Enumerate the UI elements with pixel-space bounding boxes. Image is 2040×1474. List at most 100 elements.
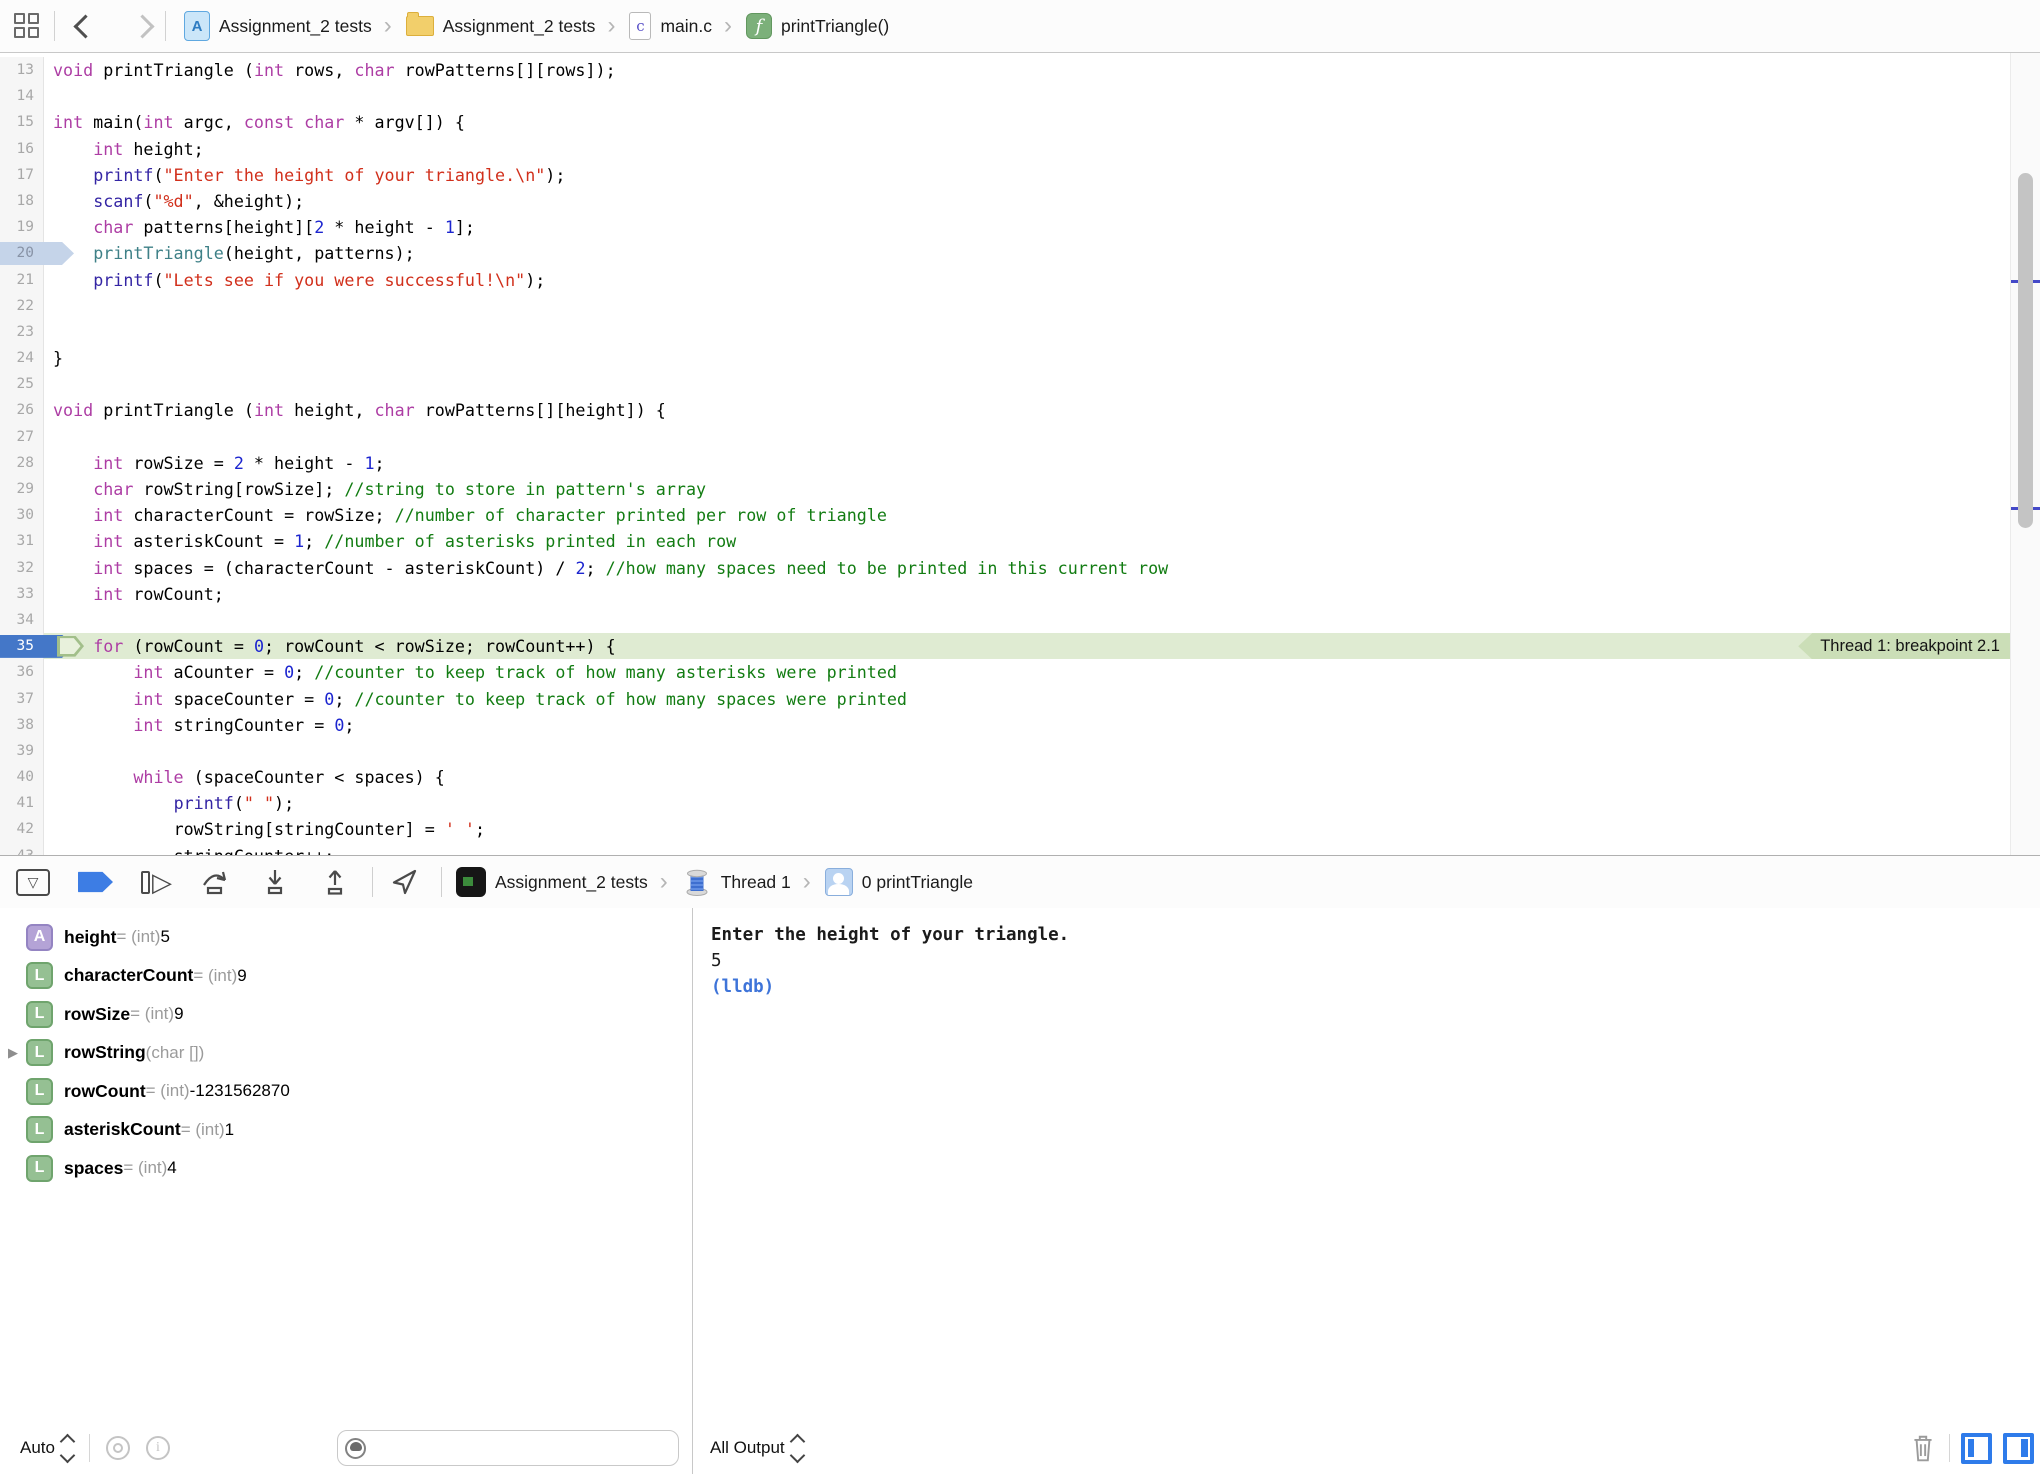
code-line-42[interactable]: 42 rowString[stringCounter] = ' '; xyxy=(0,816,2040,842)
gutter-line-29[interactable]: 29 xyxy=(0,476,44,502)
gutter-line-16[interactable]: 16 xyxy=(0,136,44,162)
hide-debug-area-button[interactable]: ▽ xyxy=(16,869,50,896)
code-text[interactable]: stringCounter++; xyxy=(44,843,334,855)
gutter-line-30[interactable]: 30 xyxy=(0,502,44,528)
code-text[interactable]: int stringCounter = 0; xyxy=(44,712,354,738)
code-text[interactable]: printf("Lets see if you were successful!… xyxy=(44,267,545,293)
variable-row-rowString[interactable]: ▶LrowString (char []) xyxy=(0,1034,692,1073)
code-text[interactable]: void printTriangle (int rows, char rowPa… xyxy=(44,57,616,83)
breadcrumb-project[interactable]: Assignment_2 tests xyxy=(219,16,372,37)
continue-button[interactable]: ▷ xyxy=(141,871,172,894)
code-text[interactable] xyxy=(44,371,53,397)
scope-popup[interactable]: Auto xyxy=(20,1436,73,1461)
code-line-24[interactable]: 24} xyxy=(0,345,2040,371)
code-text[interactable]: char rowString[rowSize]; //string to sto… xyxy=(44,476,706,502)
code-line-28[interactable]: 28 int rowSize = 2 * height - 1; xyxy=(0,450,2040,476)
gutter-line-18[interactable]: 18 xyxy=(0,188,44,214)
code-text[interactable]: int height; xyxy=(44,136,204,162)
code-text[interactable]: while (spaceCounter < spaces) { xyxy=(44,764,445,790)
gutter-line-28[interactable]: 28 xyxy=(0,450,44,476)
code-text[interactable]: char patterns[height][2 * height - 1]; xyxy=(44,214,475,240)
code-line-19[interactable]: 19 char patterns[height][2 * height - 1]… xyxy=(0,214,2040,240)
gutter-line-25[interactable]: 25 xyxy=(0,371,44,397)
gutter-line-14[interactable]: 14 xyxy=(0,83,44,109)
disclosure-triangle-icon[interactable]: ▶ xyxy=(0,1045,26,1061)
code-text[interactable]: int characterCount = rowSize; //number o… xyxy=(44,502,887,528)
code-text[interactable] xyxy=(44,83,53,109)
code-line-16[interactable]: 16 int height; xyxy=(0,136,2040,162)
code-line-37[interactable]: 37 int spaceCounter = 0; //counter to ke… xyxy=(0,686,2040,712)
gutter-line-40[interactable]: 40 xyxy=(0,764,44,790)
code-text[interactable]: printTriangle(height, patterns); xyxy=(44,240,415,266)
step-into-button[interactable] xyxy=(258,865,292,899)
code-line-40[interactable]: 40 while (spaceCounter < spaces) { xyxy=(0,764,2040,790)
code-text[interactable]: printf(" "); xyxy=(44,790,294,816)
code-line-27[interactable]: 27 xyxy=(0,424,2040,450)
gutter-line-42[interactable]: 42 xyxy=(0,816,44,842)
variables-view[interactable]: Aheight = (int) 5LcharacterCount = (int)… xyxy=(0,908,693,1474)
gutter-line-31[interactable]: 31 xyxy=(0,528,44,554)
scrollbar-thumb[interactable] xyxy=(2018,173,2033,528)
editor-scrollbar[interactable] xyxy=(2010,53,2040,855)
variables-filter-field[interactable] xyxy=(337,1430,679,1466)
code-line-30[interactable]: 30 int characterCount = rowSize; //numbe… xyxy=(0,502,2040,528)
code-line-22[interactable]: 22 xyxy=(0,293,2040,319)
code-text[interactable]: int rowCount; xyxy=(44,581,224,607)
show-console-view-toggle[interactable] xyxy=(2003,1433,2034,1464)
gutter-line-15[interactable]: 15 xyxy=(0,109,44,135)
code-text[interactable]: int asteriskCount = 1; //number of aster… xyxy=(44,528,736,554)
code-text[interactable]: int rowSize = 2 * height - 1; xyxy=(44,450,385,476)
console-view[interactable]: Enter the height of your triangle.5(lldb… xyxy=(693,908,2040,1474)
code-line-17[interactable]: 17 printf("Enter the height of your tria… xyxy=(0,162,2040,188)
code-text[interactable]: } xyxy=(44,345,63,371)
code-text[interactable]: for (rowCount = 0; rowCount < rowSize; r… xyxy=(44,633,616,659)
debug-breadcrumb-thread[interactable]: Thread 1 xyxy=(721,872,791,893)
related-items-icon[interactable] xyxy=(14,13,40,39)
breadcrumb-file[interactable]: main.c xyxy=(660,16,712,37)
code-line-29[interactable]: 29 char rowString[rowSize]; //string to … xyxy=(0,476,2040,502)
variable-row-height[interactable]: Aheight = (int) 5 xyxy=(0,918,692,957)
code-line-31[interactable]: 31 int asteriskCount = 1; //number of as… xyxy=(0,528,2040,554)
breadcrumb-symbol[interactable]: printTriangle() xyxy=(781,16,889,37)
debug-breadcrumb-process[interactable]: Assignment_2 tests xyxy=(495,872,648,893)
code-text[interactable]: rowString[stringCounter] = ' '; xyxy=(44,816,485,842)
code-text[interactable]: int main(int argc, const char * argv[]) … xyxy=(44,109,465,135)
code-line-14[interactable]: 14 xyxy=(0,83,2040,109)
code-line-13[interactable]: 13void printTriangle (int rows, char row… xyxy=(0,57,2040,83)
gutter-line-27[interactable]: 27 xyxy=(0,424,44,450)
code-text[interactable]: int spaceCounter = 0; //counter to keep … xyxy=(44,686,907,712)
code-line-38[interactable]: 38 int stringCounter = 0; xyxy=(0,712,2040,738)
debug-breadcrumb-frame[interactable]: 0 printTriangle xyxy=(862,872,973,893)
step-over-button[interactable] xyxy=(198,865,232,899)
breakpoints-toggle-button[interactable] xyxy=(78,870,113,894)
gutter-line-32[interactable]: 32 xyxy=(0,555,44,581)
code-line-15[interactable]: 15int main(int argc, const char * argv[]… xyxy=(0,109,2040,135)
code-line-35[interactable]: 35 for (rowCount = 0; rowCount < rowSize… xyxy=(0,633,2040,659)
code-line-20[interactable]: 20 printTriangle(height, patterns); xyxy=(0,240,2040,266)
breadcrumb-group[interactable]: Assignment_2 tests xyxy=(443,16,596,37)
gutter-line-13[interactable]: 13 xyxy=(0,57,44,83)
gutter-line-39[interactable]: 39 xyxy=(0,738,44,764)
code-line-26[interactable]: 26void printTriangle (int height, char r… xyxy=(0,397,2040,423)
code-text[interactable] xyxy=(44,607,53,633)
gutter-line-20[interactable]: 20 xyxy=(0,240,44,266)
output-filter-popup[interactable]: All Output xyxy=(710,1436,803,1461)
code-text[interactable] xyxy=(44,738,53,764)
code-line-18[interactable]: 18 scanf("%d", &height); xyxy=(0,188,2040,214)
gutter-line-34[interactable]: 34 xyxy=(0,607,44,633)
simulate-location-button[interactable] xyxy=(387,865,421,899)
code-text[interactable]: void printTriangle (int height, char row… xyxy=(44,397,666,423)
gutter-line-19[interactable]: 19 xyxy=(0,214,44,240)
code-text[interactable] xyxy=(44,319,53,345)
code-text[interactable] xyxy=(44,293,53,319)
forward-button[interactable] xyxy=(130,14,154,38)
gutter-line-23[interactable]: 23 xyxy=(0,319,44,345)
code-line-25[interactable]: 25 xyxy=(0,371,2040,397)
step-out-button[interactable] xyxy=(318,865,352,899)
gutter-line-43[interactable]: 43 xyxy=(0,843,44,855)
gutter-line-33[interactable]: 33 xyxy=(0,581,44,607)
back-button[interactable] xyxy=(73,14,97,38)
gutter-line-22[interactable]: 22 xyxy=(0,293,44,319)
variables-list[interactable]: Aheight = (int) 5LcharacterCount = (int)… xyxy=(0,908,692,1188)
console-output[interactable]: Enter the height of your triangle.5(lldb… xyxy=(693,908,2040,1000)
